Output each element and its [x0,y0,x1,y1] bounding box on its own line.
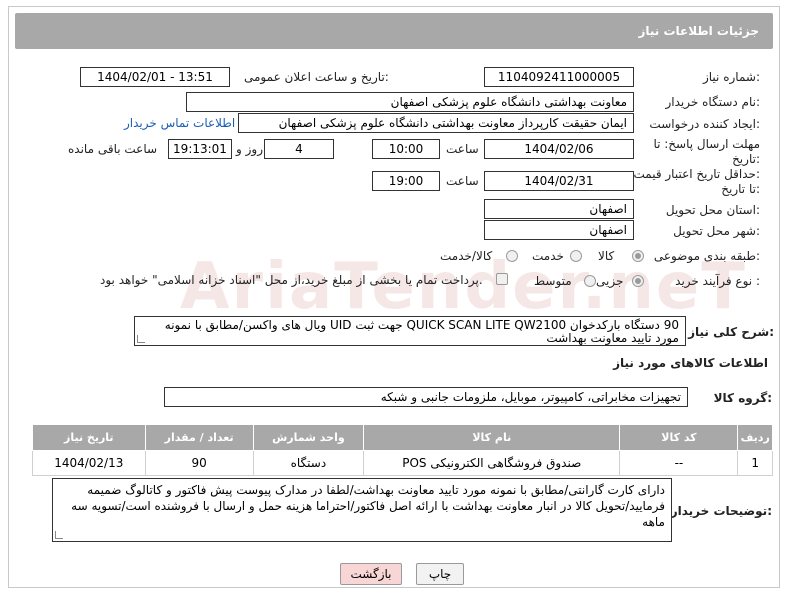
col-row-header: ردیف [737,424,773,451]
page-title: جزئیات اطلاعات نیاز [638,24,759,38]
deadline-date-field: 1404/02/06 [484,139,634,159]
requester-label: ایجاد کننده درخواست: [649,117,760,131]
goods-code-cell: -- [619,450,739,476]
quantity-cell: 90 [144,450,254,476]
buyer-contact-link[interactable]: اطلاعات تماس خریدار [124,116,235,130]
goods-group-field: تجهیزات مخابراتی، کامپیوتر، موبایل، ملزو… [164,387,688,407]
announce-field: 1404/02/01 - 13:51 [80,67,230,87]
city-field: اصفهان [484,220,634,240]
resize-grip-icon[interactable] [137,335,145,343]
process-minor-radio[interactable] [632,275,644,287]
treasury-payment-checkbox[interactable] [496,273,508,285]
description-textarea: 90 دستگاه بارکدخوان QUICK SCAN LITE QW21… [134,316,686,346]
days-remaining-field: 4 [264,139,334,159]
deadline-label: مهلت ارسال پاسخ: تا [653,137,760,151]
panel-header: جزئیات اطلاعات نیاز [15,13,773,49]
requester-field: ایمان حقیقت کارپرداز معاونت بهداشتی دانش… [238,113,634,133]
table-header-row: ردیف کد کالا نام کالا واحد شمارش تعداد /… [32,424,773,451]
validity-label-2: تا تاریخ: [721,182,760,196]
goods-name-cell: صندوق فروشگاهی الکترونیکی POS [363,450,621,476]
province-field: اصفهان [484,199,634,219]
unit-cell: دستگاه [252,450,365,476]
buyer-org-field: معاونت بهداشتی دانشگاه علوم پزشکی اصفهان [186,92,634,112]
back-button[interactable]: بازگشت [340,563,402,585]
announce-label: تاریخ و ساعت اعلان عمومی: [244,70,389,84]
print-button[interactable]: چاپ [416,563,464,585]
col-unit-header: واحد شمارش [252,424,365,451]
validity-date-field: 1404/02/31 [484,171,634,191]
category-service-radio[interactable] [570,250,582,262]
buyer-org-label: نام دستگاه خریدار: [665,95,761,109]
goods-section-title: اطلاعات کالاهای مورد نیاز [613,356,768,370]
process-minor-label: جزیی [596,274,624,288]
description-label: شرح کلی نیاز: [688,325,774,339]
process-label: نوع فرآیند خرید : [675,274,760,288]
remaining-time-field: 19:13:01 [168,139,232,159]
table-row: 1 -- صندوق فروشگاهی الکترونیکی POS دستگا… [32,450,773,476]
col-code-header: کد کالا [619,424,739,451]
goods-group-label: گروه کالا: [713,391,772,405]
col-qty-header: تعداد / مقدار [144,424,254,451]
row-number-cell: 1 [737,450,773,476]
treasury-payment-note: پرداخت تمام یا بخشی از مبلغ خرید،از محل … [100,273,483,287]
resize-grip-icon[interactable] [55,531,63,539]
goods-table: ردیف کد کالا نام کالا واحد شمارش تعداد /… [32,424,773,476]
category-service-label: خدمت [532,249,564,263]
category-goods-radio[interactable] [632,250,644,262]
col-date-header: تاریخ نیاز [32,424,146,451]
description-text: 90 دستگاه بارکدخوان QUICK SCAN LITE QW21… [164,318,679,345]
remaining-label: ساعت باقی مانده [68,142,158,156]
buyer-notes-text: دارای کارت گارانتی/مطابق با نمونه مورد ت… [71,483,665,529]
category-both-label: کالا/خدمت [440,249,493,263]
category-label: طبقه بندی موضوعی: [653,249,760,263]
city-label: شهر محل تحویل: [673,224,760,238]
category-goods-label: کالا [598,249,615,263]
validity-time-field: 19:00 [372,171,440,191]
process-medium-radio[interactable] [584,275,596,287]
need-number-label: شماره نیاز: [702,70,760,84]
days-label: روز و [236,142,263,156]
buyer-notes-label: توضیحات خریدار: [670,504,772,518]
deadline-time-label: ساعت [446,142,479,156]
need-number-field: 1104092411000005 [484,67,634,87]
buyer-notes-textarea: دارای کارت گارانتی/مطابق با نمونه مورد ت… [52,478,672,542]
col-name-header: نام کالا [363,424,621,451]
province-label: استان محل تحویل: [665,203,760,217]
deadline-time-field: 10:00 [372,139,440,159]
validity-label: حداقل تاریخ اعتبار قیمت: [633,167,760,181]
validity-time-label: ساعت [446,174,479,188]
process-medium-label: متوسط [534,274,572,288]
deadline-label-2: تاریخ: [732,152,760,166]
category-both-radio[interactable] [506,250,518,262]
need-date-cell: 1404/02/13 [32,450,146,476]
